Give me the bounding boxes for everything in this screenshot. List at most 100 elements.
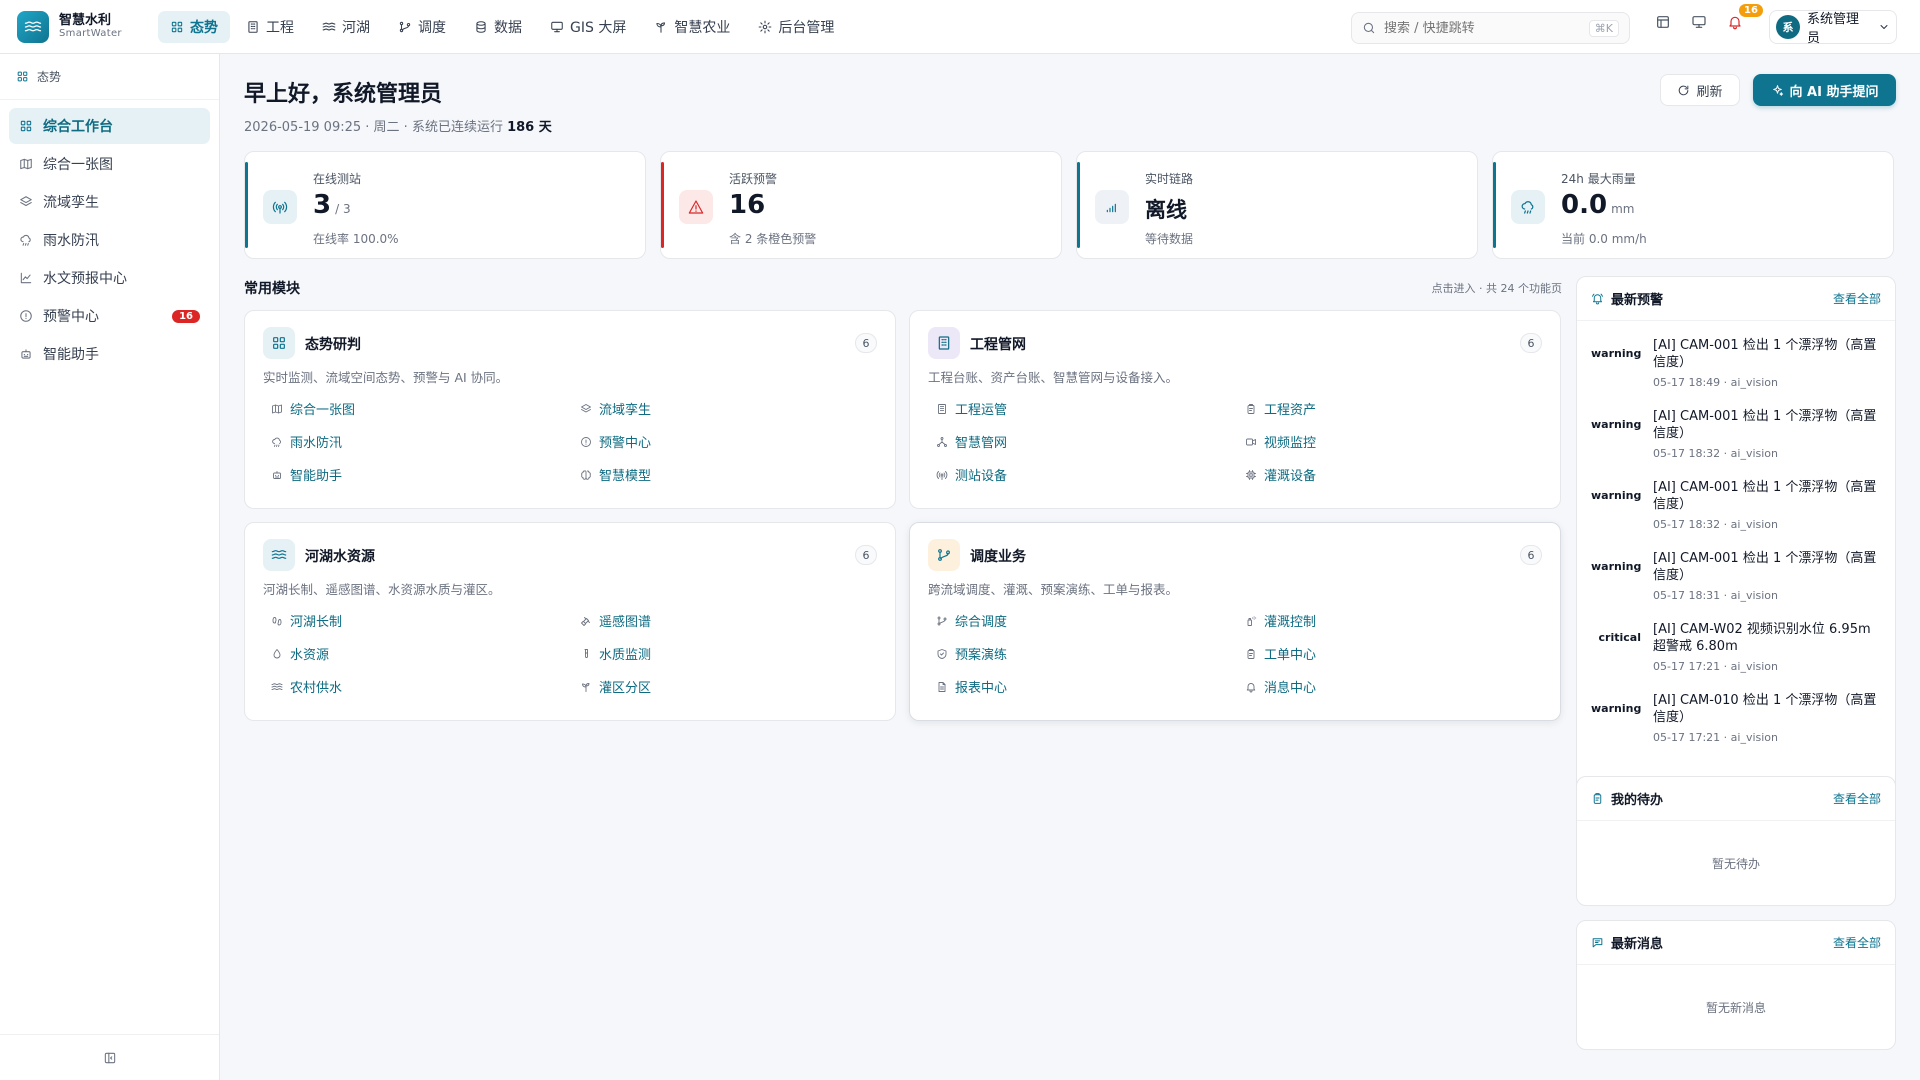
- page-title: 早上好，系统管理员: [244, 82, 443, 107]
- module-link[interactable]: 预警中心: [580, 432, 871, 451]
- stat-card-3[interactable]: 24h 最大雨量 0.0 mm 当前 0.0 mm/h: [1492, 151, 1894, 259]
- alert-title: [AI] CAM-001 检出 1 个漂浮物（高置信度）: [1653, 480, 1877, 512]
- module-link[interactable]: 灌溉控制: [1245, 611, 1536, 630]
- module-link[interactable]: 消息中心: [1245, 677, 1536, 696]
- module-title[interactable]: 河湖水资源: [305, 546, 375, 566]
- module-link[interactable]: 灌溉设备: [1245, 465, 1536, 484]
- alert-body: [AI] CAM-001 检出 1 个漂浮物（高置信度） 05-17 18:32 …: [1653, 479, 1881, 550]
- antenna-icon: [263, 190, 297, 224]
- alert-item[interactable]: warning [AI] CAM-001 检出 1 个漂浮物（高置信度） 05-17…: [1591, 479, 1881, 550]
- stat-card-1[interactable]: 活跃预警 16 含 2 条橙色预警: [660, 151, 1062, 259]
- sidebar-item-label: 预警中心: [43, 309, 99, 325]
- stats-row: 在线测站 3/ 3 在线率 100.0% 活跃预警 16 含 2 条橙色预警 实时链路 离线等…: [244, 151, 1894, 259]
- sidebar-item-1[interactable]: 综合一张图: [9, 146, 210, 182]
- module-count-badge: 6: [1520, 545, 1542, 565]
- stat-unit: mm: [1611, 202, 1635, 216]
- cloud-rain-icon: [19, 233, 33, 247]
- module-links: 河湖长制 遥感图谱 水资源 水质监测 农村供水 灌区分区: [271, 611, 871, 696]
- git-branch-icon: [936, 615, 948, 627]
- module-link[interactable]: 工程资产: [1245, 399, 1536, 418]
- alerts-view-all-link[interactable]: 查看全部: [1833, 290, 1881, 307]
- module-title[interactable]: 态势研判: [305, 334, 361, 354]
- nav-item-3[interactable]: 调度: [386, 11, 458, 43]
- module-link[interactable]: 水质监测: [580, 644, 871, 663]
- alert-item[interactable]: warning [AI] CAM-001 检出 1 个漂浮物（高置信度） 05-17…: [1591, 550, 1881, 621]
- module-link-label: 视频监控: [1264, 436, 1317, 451]
- nav-item-7[interactable]: 后台管理: [746, 11, 846, 43]
- module-link-label: 工程运管: [955, 403, 1008, 418]
- module-link[interactable]: 综合一张图: [271, 399, 580, 418]
- droplet-icon: [271, 648, 283, 660]
- module-link[interactable]: 预案演练: [936, 644, 1245, 663]
- layout-icon[interactable]: [1655, 14, 1673, 32]
- sidebar-item-2[interactable]: 流域孪生: [9, 184, 210, 220]
- grid-icon: [263, 327, 295, 359]
- monitor-icon[interactable]: [1691, 14, 1709, 32]
- sidebar-item-4[interactable]: 水文预报中心: [9, 260, 210, 296]
- sidebar-item-label: 综合工作台: [43, 119, 113, 135]
- collapse-sidebar-button[interactable]: [0, 1034, 219, 1080]
- warning-triangle-icon: [679, 190, 713, 224]
- chevron-down-icon: [1880, 25, 1888, 29]
- user-menu-button[interactable]: 系 系统管理员: [1769, 10, 1897, 46]
- module-count-badge: 6: [1520, 333, 1542, 353]
- sidebar-item-3[interactable]: 雨水防汛: [9, 222, 210, 258]
- module-title[interactable]: 调度业务: [970, 546, 1026, 566]
- brand[interactable]: 智慧水利 SmartWater: [0, 10, 158, 43]
- module-link[interactable]: 遥感图谱: [580, 611, 871, 630]
- sidebar-item-0[interactable]: 综合工作台: [9, 108, 210, 144]
- sidebar-item-label: 流域孪生: [43, 195, 99, 211]
- module-link[interactable]: 灌区分区: [580, 677, 871, 696]
- nav-item-2[interactable]: 河湖: [310, 11, 382, 43]
- sidebar-item-6[interactable]: 智能助手: [9, 336, 210, 372]
- module-link[interactable]: 智慧模型: [580, 465, 871, 484]
- alert-level: warning: [1591, 560, 1642, 573]
- module-link[interactable]: 农村供水: [271, 677, 580, 696]
- git-branch-icon: [928, 539, 960, 571]
- nav-item-5[interactable]: GIS 大屏: [538, 11, 638, 43]
- stat-card-0[interactable]: 在线测站 3/ 3 在线率 100.0%: [244, 151, 646, 259]
- modules-grid: 态势研判 6 实时监测、流域空间态势、预警与 AI 协同。 综合一张图 流域孪生 雨水防汛…: [244, 310, 1562, 721]
- sprout-icon: [654, 20, 668, 34]
- module-link[interactable]: 流域孪生: [580, 399, 871, 418]
- refresh-button[interactable]: 刷新: [1660, 74, 1740, 106]
- nav-item-4[interactable]: 数据: [462, 11, 534, 43]
- module-link[interactable]: 综合调度: [936, 611, 1245, 630]
- building-icon: [928, 327, 960, 359]
- stat-accent-bar: [245, 162, 248, 248]
- alert-item[interactable]: warning [AI] CAM-010 检出 1 个漂浮物（高置信度） 05-17…: [1591, 692, 1881, 763]
- search-box[interactable]: ⌘K: [1351, 12, 1630, 44]
- module-count-badge: 6: [855, 333, 877, 353]
- module-link[interactable]: 雨水防汛: [271, 432, 580, 451]
- module-link[interactable]: 工单中心: [1245, 644, 1536, 663]
- todo-view-all-link[interactable]: 查看全部: [1833, 790, 1881, 807]
- module-link[interactable]: 河湖长制: [271, 611, 580, 630]
- messages-view-all-link[interactable]: 查看全部: [1833, 934, 1881, 951]
- sidebar-item-5[interactable]: 预警中心 16: [9, 298, 210, 334]
- stat-card-2[interactable]: 实时链路 离线 等待数据: [1076, 151, 1478, 259]
- alert-item[interactable]: warning [AI] CAM-001 检出 1 个漂浮物（高置信度） 05-17…: [1591, 337, 1881, 408]
- module-link-label: 报表中心: [955, 681, 1008, 696]
- alert-title: [AI] CAM-010 检出 1 个漂浮物（高置信度）: [1653, 693, 1877, 725]
- search-input[interactable]: [1384, 20, 1589, 36]
- nav-item-6[interactable]: 智慧农业: [642, 11, 742, 43]
- stat-value-group: 3/ 3: [313, 190, 351, 220]
- module-link[interactable]: 水资源: [271, 644, 580, 663]
- module-title[interactable]: 工程管网: [970, 334, 1026, 354]
- module-link[interactable]: 测站设备: [936, 465, 1245, 484]
- module-link[interactable]: 视频监控: [1245, 432, 1536, 451]
- notification-bell-icon[interactable]: 16: [1727, 2, 1765, 32]
- nav-item-1[interactable]: 工程: [234, 11, 306, 43]
- module-link[interactable]: 报表中心: [936, 677, 1245, 696]
- module-link[interactable]: 智能助手: [271, 465, 580, 484]
- module-link[interactable]: 工程运管: [936, 399, 1245, 418]
- alert-item[interactable]: warning [AI] CAM-001 检出 1 个漂浮物（高置信度） 05-17…: [1591, 408, 1881, 479]
- alert-body: [AI] CAM-010 检出 1 个漂浮物（高置信度） 05-17 17:21 …: [1653, 692, 1881, 763]
- nav-item-label: 后台管理: [778, 19, 835, 36]
- ask-ai-button[interactable]: 向 AI 助手提问: [1753, 74, 1896, 106]
- alert-item[interactable]: critical [AI] CAM-W02 视频识别水位 6.95m 超警戒 6.…: [1591, 621, 1881, 692]
- nav-item-0[interactable]: 态势: [158, 10, 230, 43]
- stat-subtext: 等待数据: [1145, 232, 1194, 246]
- module-link-label: 工程资产: [1264, 403, 1317, 418]
- module-link[interactable]: 智慧管网: [936, 432, 1245, 451]
